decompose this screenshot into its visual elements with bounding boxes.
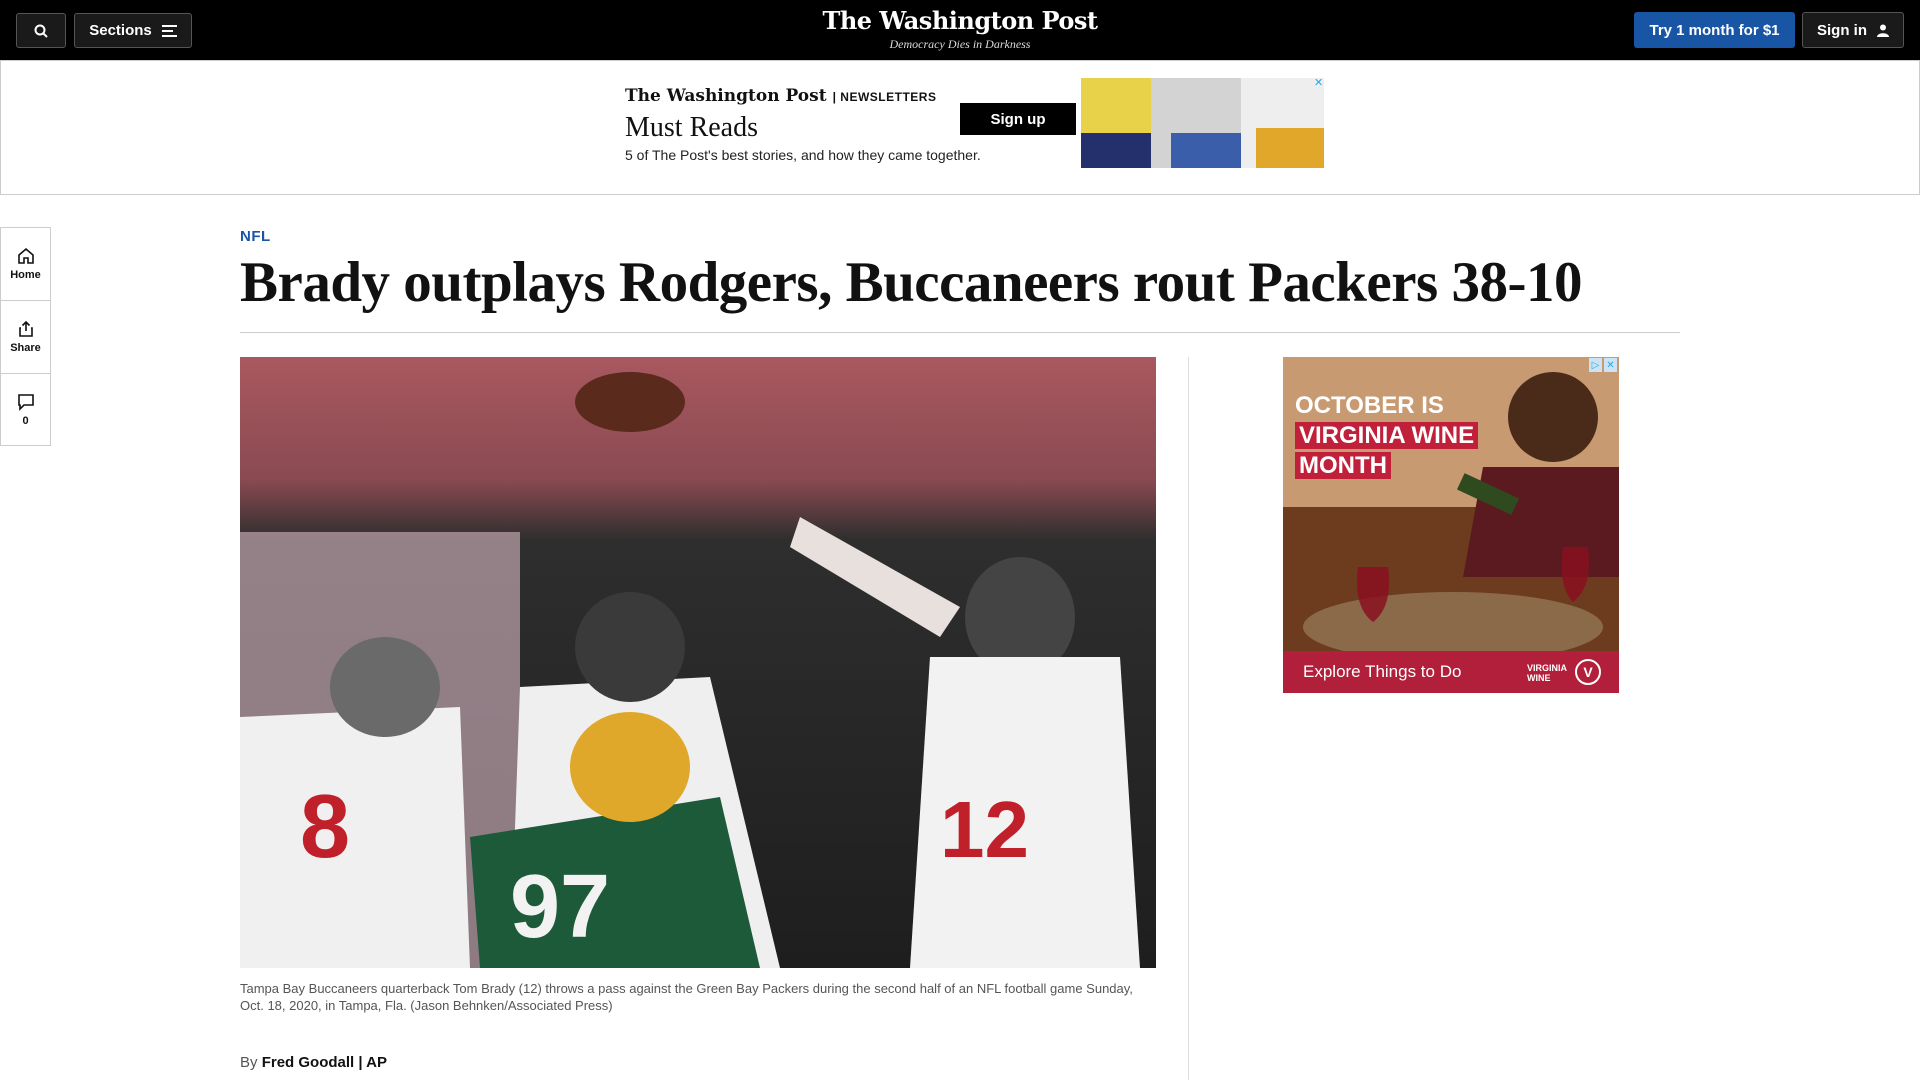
- sections-label: Sections: [89, 22, 152, 39]
- column-divider: [1188, 357, 1189, 1080]
- byline-prefix: By: [240, 1054, 258, 1071]
- home-icon: [17, 247, 34, 264]
- close-icon[interactable]: ✕: [1314, 77, 1324, 88]
- side-ad[interactable]: OCTOBER IS VIRGINIA WINE MONTH Explore T…: [1283, 357, 1619, 693]
- rail-share-button[interactable]: Share: [0, 300, 51, 373]
- article-byline: By Fred Goodall | AP: [240, 1054, 387, 1071]
- newsletter-ad-title: Must Reads: [625, 112, 758, 143]
- side-ad-line-3: MONTH: [1295, 452, 1391, 479]
- top-navigation-bar: Sections The Washington Post Democracy D…: [0, 0, 1920, 60]
- newsletter-ad-header: The Washington Post | NEWSLETTERS: [625, 86, 936, 106]
- rail-home-label: Home: [10, 269, 41, 281]
- virginia-wine-wordmark: VIRGINIA WINE: [1526, 663, 1567, 683]
- newsletter-ad-section: | NEWSLETTERS: [832, 90, 937, 104]
- svg-text:8: 8: [300, 777, 350, 877]
- site-logo[interactable]: The Washington Post Democracy Dies in Da…: [760, 6, 1160, 52]
- rail-comments-button[interactable]: 0: [0, 373, 51, 446]
- newsletter-ad-brand: The Washington Post: [625, 86, 827, 106]
- article-lead-photo: 8 12 97: [240, 357, 1156, 968]
- user-icon: [1877, 24, 1889, 37]
- headline-divider: [240, 332, 1680, 333]
- side-ad-cta-label: Explore Things to Do: [1303, 662, 1462, 681]
- brand-name: The Washington Post: [822, 6, 1098, 35]
- side-ad-cta[interactable]: Explore Things to Do V VIRGINIA WINE: [1283, 651, 1619, 693]
- svg-text:12: 12: [940, 785, 1029, 874]
- newsletter-ad-collage-image: [1081, 78, 1324, 168]
- newsletter-ad[interactable]: The Washington Post | NEWSLETTERS Must Re…: [600, 77, 1324, 168]
- search-button[interactable]: [16, 13, 66, 48]
- newsletter-signup-button[interactable]: Sign up: [960, 103, 1076, 135]
- rail-share-label: Share: [10, 342, 41, 354]
- ad-controls: ▷ ✕: [1589, 358, 1617, 372]
- signin-button[interactable]: Sign in: [1802, 12, 1904, 48]
- search-icon: [34, 24, 48, 38]
- signin-label: Sign in: [1817, 21, 1867, 39]
- comment-icon: [17, 393, 34, 411]
- sections-button[interactable]: Sections: [74, 13, 192, 48]
- left-rail: Home Share 0: [0, 227, 51, 446]
- side-ad-line-2: VIRGINIA WINE: [1295, 422, 1479, 449]
- adchoices-icon[interactable]: ▷: [1589, 358, 1602, 372]
- rail-comments-count: 0: [22, 414, 29, 427]
- subscribe-button[interactable]: Try 1 month for $1: [1634, 12, 1795, 48]
- side-ad-line-1: OCTOBER IS: [1295, 392, 1444, 419]
- newsletter-ad-description: 5 of The Post's best stories, and how th…: [625, 147, 981, 163]
- side-ad-headline: OCTOBER IS VIRGINIA WINE MONTH: [1295, 391, 1479, 481]
- close-icon[interactable]: ✕: [1604, 358, 1617, 372]
- svg-text:97: 97: [510, 857, 610, 957]
- brand-tagline: Democracy Dies in Darkness: [889, 37, 1031, 51]
- share-icon: [18, 320, 33, 337]
- photo-caption: Tampa Bay Buccaneers quarterback Tom Bra…: [240, 981, 1133, 1013]
- article-headline: Brady outplays Rodgers, Buccaneers rout …: [240, 251, 1582, 314]
- virginia-wine-logo: V: [1575, 659, 1601, 685]
- menu-icon: [161, 24, 177, 37]
- article-kicker[interactable]: NFL: [240, 228, 271, 245]
- byline-author[interactable]: Fred Goodall | AP: [262, 1054, 387, 1071]
- rail-home-button[interactable]: Home: [0, 227, 51, 300]
